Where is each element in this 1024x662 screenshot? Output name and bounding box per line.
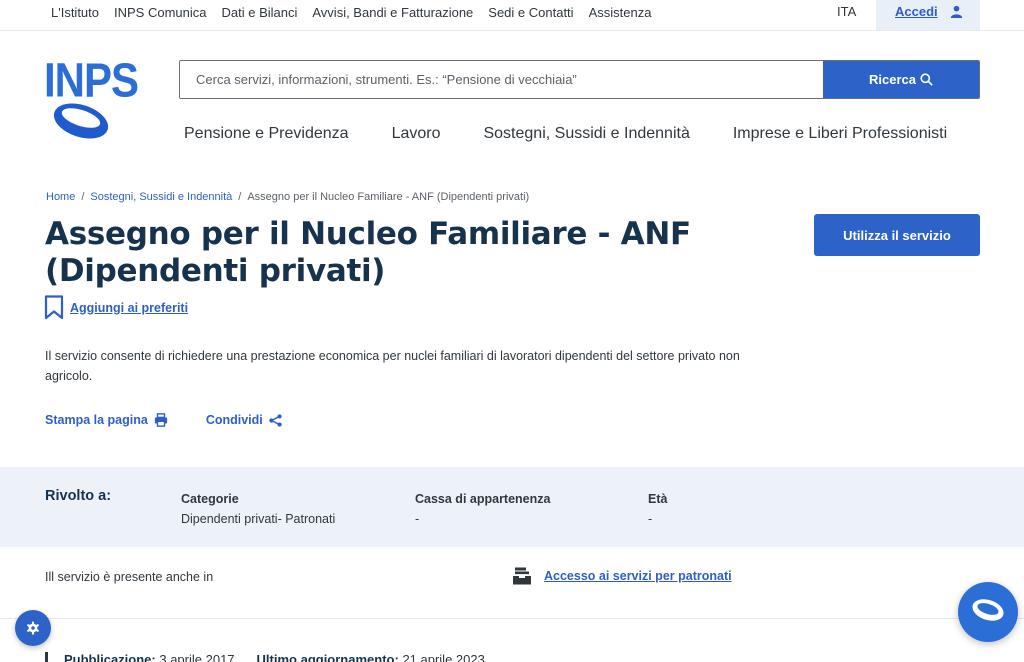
audience-value: - [415,512,420,526]
breadcrumb-current: Assegno per il Nucleo Familiare - ANF (D… [247,191,530,203]
audience-key: Età [648,492,668,506]
page-title: Assegno per il Nucleo Familiare - ANF (D… [45,216,691,289]
utility-link-dati[interactable]: Dati e Bilanci [222,5,298,20]
audience-categories: Categorie Dipendenti privati- Patronati [181,492,335,526]
audience-value: - [648,512,653,526]
utility-bar: L'Istituto INPS Comunica Dati e Bilanci … [0,0,1024,31]
breadcrumb-home[interactable]: Home [46,191,75,203]
audience-heading: Rivolto a: [45,488,112,504]
patronati-link-label: Accesso ai servizi per patronati [544,569,732,583]
utility-link-assistenza[interactable]: Assistenza [589,5,652,20]
publication-label: Pubblicazione: [64,652,156,662]
cookie-settings-button[interactable] [15,610,51,646]
nav-item-sostegni[interactable]: Sostegni, Sussidi e Indennità [483,125,689,143]
patronati-link[interactable]: Accesso ai servizi per patronati [512,567,732,585]
breadcrumb-separator: / [238,191,242,203]
printer-icon [154,413,167,427]
breadcrumb-separator: / [81,191,85,203]
divider [0,618,1024,619]
search-input[interactable] [180,61,823,98]
update-date: Ultimo aggiornamento: 21 aprile 2023 [257,652,485,662]
update-label: Ultimo aggiornamento: [256,652,399,662]
search-bar: Ricerca [179,60,980,99]
use-service-button[interactable]: Utilizza il servizio [814,214,980,256]
breadcrumb-section[interactable]: Sostegni, Sussidi e Indennità [90,191,232,203]
audience-value: Dipendenti privati- Patronati [181,512,336,526]
update-date-value: 21 aprile 2023 [402,652,485,662]
main-nav: Pensione e Previdenza Lavoro Sostegni, S… [184,125,947,143]
audience-eta: Età - [648,492,667,526]
audience-cassa: Cassa di appartenenza - [415,492,550,526]
audience-key: Categorie [181,492,239,506]
logo-swoosh-icon [53,103,109,139]
service-description: Il servizio consente di richiedere una p… [45,349,740,383]
chat-assistant-button[interactable] [958,582,1018,642]
add-favorite-link[interactable]: Aggiungi ai preferiti [44,295,188,320]
inps-logo[interactable]: INPS [44,52,139,140]
utility-link-comunica[interactable]: INPS Comunica [114,5,206,20]
share-label: Condividi [205,413,263,427]
print-page-button[interactable]: Stampa la pagina [45,413,168,427]
search-icon [920,73,933,86]
also-in-label: Ill servizio è presente anche in [45,570,214,584]
logo-wordmark: INPS [44,52,139,107]
language-selector[interactable]: ITA [837,4,856,19]
utility-link-sedi[interactable]: Sedi e Contatti [488,5,573,20]
nav-item-pensione[interactable]: Pensione e Previdenza [184,125,349,143]
chat-bubble-icon [972,599,1004,621]
publication-info: Pubblicazione: 3 aprile 2017 Ultimo aggi… [45,652,485,662]
bookmark-icon [44,295,64,320]
page-actions: Stampa la pagina Condividi [45,413,282,427]
share-button[interactable]: Condividi [206,413,282,427]
print-page-label: Stampa la pagina [45,413,148,427]
login-label: Accedi [895,4,938,19]
audience-section: Rivolto a: Categorie Dipendenti privati-… [0,467,1024,547]
nav-item-lavoro[interactable]: Lavoro [392,125,441,143]
audience-key: Cassa di appartenenza [415,492,551,506]
utility-link-avvisi[interactable]: Avvisi, Bandi e Fatturazione [312,5,473,20]
publication-date: Pubblicazione: 3 aprile 2017 [64,652,235,662]
breadcrumb: Home / Sostegni, Sussidi e Indennità / A… [46,191,529,203]
search-button-label: Ricerca [869,72,916,87]
add-favorite-label: Aggiungi ai preferiti [70,300,189,315]
utility-links: L'Istituto INPS Comunica Dati e Bilanci … [51,0,651,24]
user-icon [950,5,962,18]
search-button[interactable]: Ricerca [823,61,979,98]
nav-item-imprese[interactable]: Imprese e Liberi Professionisti [733,125,947,143]
login-button[interactable]: Accedi [876,0,980,30]
share-icon [269,413,282,427]
publication-date-value: 3 aprile 2017 [159,652,235,662]
gear-icon [27,621,39,635]
utility-link-istituto[interactable]: L'Istituto [51,5,99,20]
inbox-tray-icon [513,567,531,585]
